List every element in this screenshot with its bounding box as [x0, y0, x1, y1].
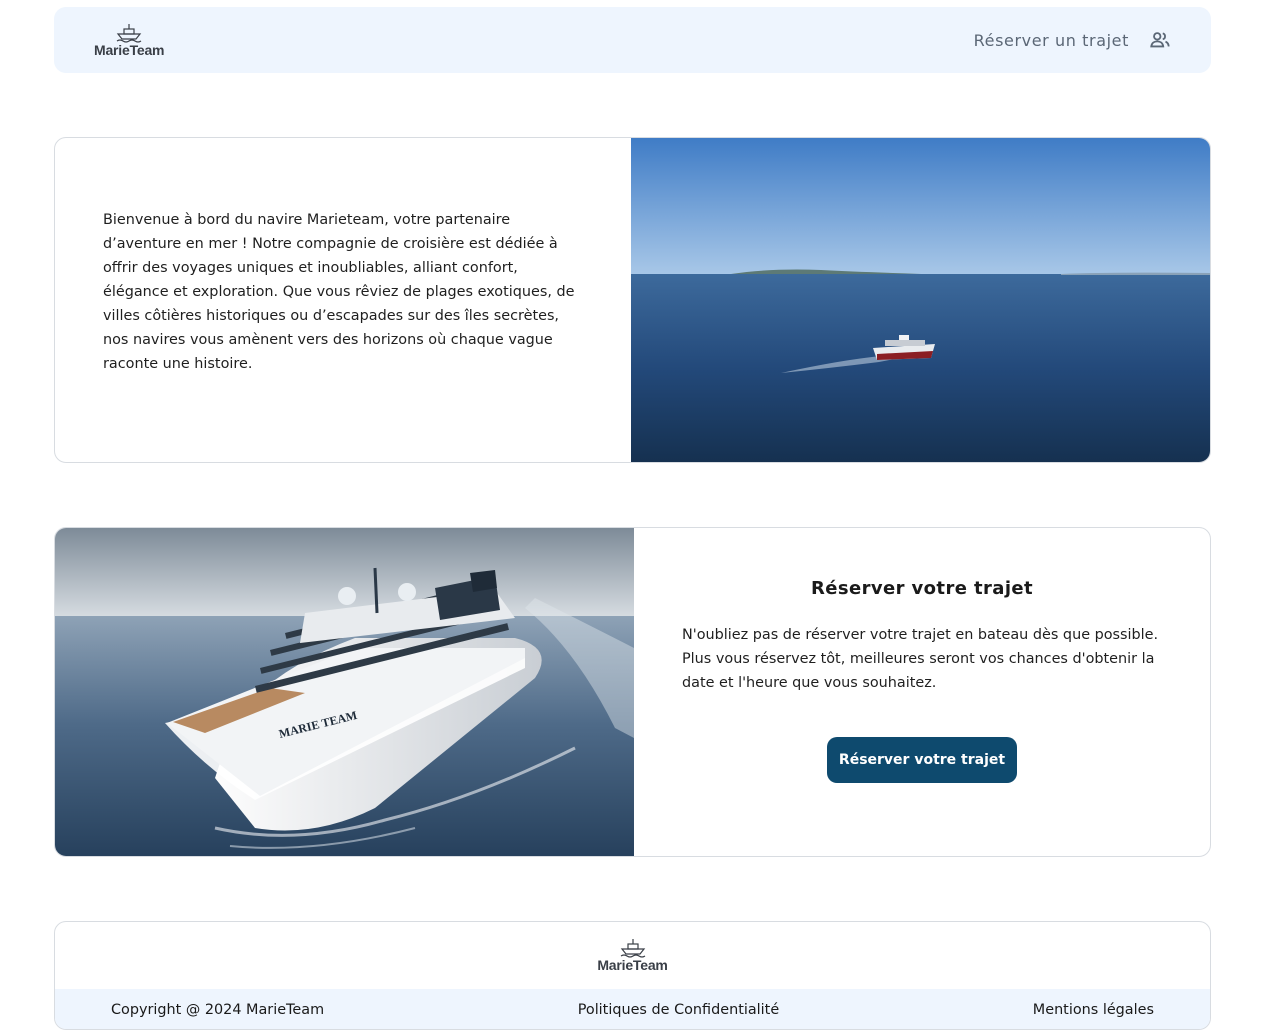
footer-logo-wrap: MarieTeam	[55, 922, 1210, 989]
header-logo[interactable]: MarieTeam	[94, 23, 165, 58]
user-group-icon[interactable]	[1149, 29, 1171, 51]
intro-card: Bienvenue à bord du navire Marieteam, vo…	[54, 137, 1211, 463]
reserve-card: MARIE TEAM Réserver votre trajet N'oubli…	[54, 527, 1211, 857]
reserve-text-panel: Réserver votre trajet N'oubliez pas de r…	[634, 528, 1210, 856]
footer-bar: Copyright @ 2024 MarieTeam Politiques de…	[55, 989, 1210, 1029]
footer-legal-link[interactable]: Mentions légales	[1033, 1002, 1154, 1018]
footer: MarieTeam Copyright @ 2024 MarieTeam Pol…	[54, 921, 1211, 1030]
footer-copyright: Copyright @ 2024 MarieTeam	[111, 1001, 325, 1018]
reserve-paragraph: N'oubliez pas de réserver votre trajet e…	[682, 627, 1159, 691]
top-navbar: MarieTeam Réserver un trajet	[54, 7, 1211, 73]
ferry-image	[631, 138, 1210, 462]
footer-logo[interactable]: MarieTeam	[597, 938, 668, 989]
reserve-title: Réserver votre trajet	[810, 578, 1034, 599]
nav-right: Réserver un trajet	[974, 29, 1171, 51]
reserve-button-wrap: Réserver votre trajet	[682, 737, 1162, 783]
intro-paragraph: Bienvenue à bord du navire Marieteam, vo…	[103, 212, 575, 372]
reserve-button[interactable]: Réserver votre trajet	[826, 737, 1018, 783]
nav-reserve-link[interactable]: Réserver un trajet	[974, 31, 1129, 50]
footer-privacy-link[interactable]: Politiques de Confidentialité	[578, 1002, 779, 1018]
intro-text-panel: Bienvenue à bord du navire Marieteam, vo…	[55, 138, 631, 462]
logo-text: MarieTeam	[94, 41, 165, 58]
ship-logo-icon	[116, 23, 142, 43]
cruise-ship-image: MARIE TEAM	[55, 528, 634, 856]
ship-logo-icon	[620, 939, 645, 958]
footer-logo-text: MarieTeam	[597, 957, 668, 973]
